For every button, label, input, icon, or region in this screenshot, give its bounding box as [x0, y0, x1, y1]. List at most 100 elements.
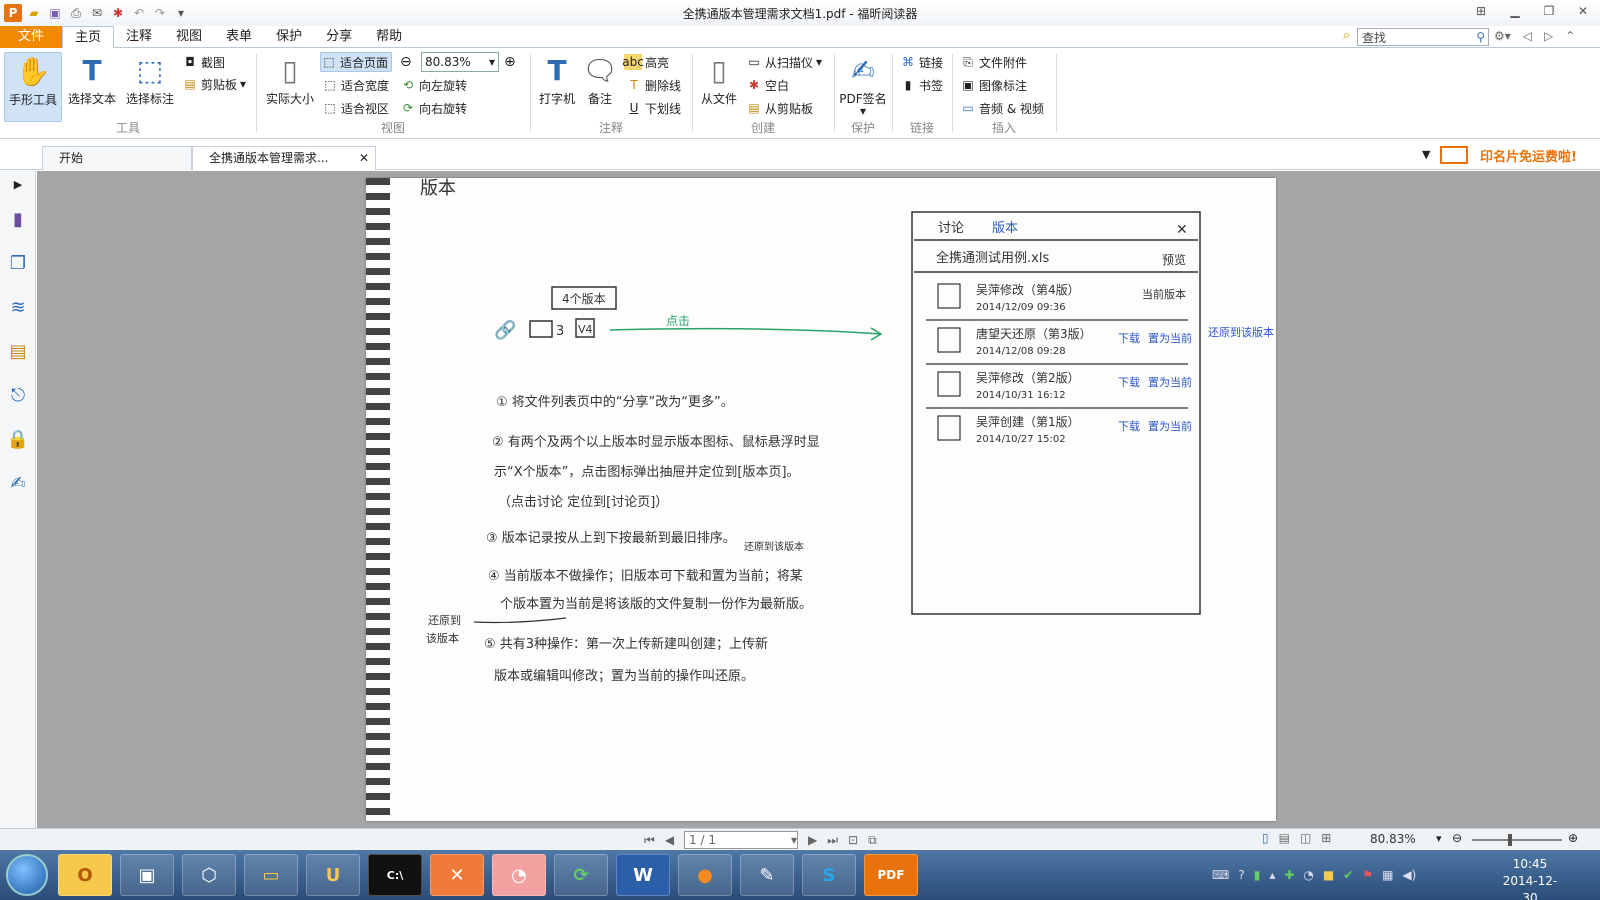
zoom-in-icon[interactable]: ⊕	[504, 52, 516, 72]
highlight-button[interactable]: abc 高亮	[622, 52, 669, 72]
layers-icon[interactable]: ≋	[0, 285, 36, 329]
keyboard-icon[interactable]: ⌨	[1212, 868, 1229, 882]
find-icon[interactable]: ⌕	[1343, 28, 1350, 43]
status-zoom-in-icon[interactable]: ⊕	[1568, 831, 1578, 845]
undo-icon[interactable]: ↶	[130, 4, 148, 22]
bookmark-button[interactable]: ▮ 书签	[900, 75, 943, 95]
ultraedit-taskbar-button[interactable]: U	[306, 854, 360, 896]
forward-icon[interactable]: ▷	[1544, 29, 1553, 43]
prev-page-icon[interactable]: ◀	[665, 833, 674, 847]
settings-icon[interactable]: ⚙▾	[1494, 29, 1511, 43]
typewriter-button[interactable]: T 打字机	[536, 52, 578, 107]
strikeout-button[interactable]: T 删除线	[626, 75, 681, 95]
cmd-taskbar-button[interactable]: C:\	[368, 854, 422, 896]
new-icon[interactable]: ✱	[109, 4, 127, 22]
refresh-app-taskbar-button[interactable]: ⟳	[554, 854, 608, 896]
collapse-ribbon-icon[interactable]: ⌃	[1565, 29, 1575, 43]
redo-icon[interactable]: ↷	[151, 4, 169, 22]
start-button[interactable]	[6, 854, 48, 896]
tab-form[interactable]: 表单	[214, 26, 264, 48]
back-icon[interactable]: ◁	[1523, 29, 1532, 43]
file-menu[interactable]: 文件	[0, 26, 62, 48]
rotate-left-button[interactable]: ⟲ 向左旋转	[400, 75, 467, 95]
version-action[interactable]: 下载	[1118, 420, 1140, 433]
comments-icon[interactable]: ▤	[0, 329, 36, 373]
single-page-icon[interactable]: ▯	[1262, 831, 1269, 845]
copy-icon[interactable]: ⧉	[868, 833, 877, 848]
terminal-app-taskbar-button[interactable]: ▣	[120, 854, 174, 896]
first-page-icon[interactable]: ⏮	[644, 833, 655, 848]
audio-video-button[interactable]: ▭ 音频 & 视频	[960, 98, 1044, 118]
fit-page-button[interactable]: ⬚ 适合页面	[320, 52, 393, 72]
page-number-input[interactable]: 1 / 1 ▾	[684, 831, 799, 849]
rotate-right-button[interactable]: ⟳ 向右旋转	[400, 98, 467, 118]
signature-panel-icon[interactable]: ✍	[0, 461, 36, 505]
tab-home[interactable]: 主页	[62, 26, 115, 49]
print-icon[interactable]: ⎙	[67, 4, 85, 22]
continuous-icon[interactable]: ▤	[1279, 831, 1290, 845]
minimize-button[interactable]: ▁	[1498, 0, 1532, 22]
version-action[interactable]: 下载	[1118, 376, 1140, 389]
hand-tool-button[interactable]: ✋ 手形工具	[4, 52, 62, 122]
tab-protect[interactable]: 保护	[264, 26, 314, 48]
attachment-button[interactable]: ⎘ 文件附件	[960, 52, 1027, 72]
bookmarks-icon[interactable]: ▮	[0, 197, 36, 241]
pages-icon[interactable]: ❐	[0, 241, 36, 285]
image-annot-button[interactable]: ▣ 图像标注	[960, 75, 1027, 95]
tab-start[interactable]: 开始	[42, 146, 192, 170]
battery-icon[interactable]: ▮	[1254, 868, 1261, 882]
customize-icon[interactable]: ▾	[172, 4, 190, 22]
facing-icon[interactable]: ◫	[1300, 831, 1311, 845]
from-file-button[interactable]: ▯ 从文件	[698, 52, 740, 107]
underline-button[interactable]: U 下划线	[626, 98, 681, 118]
volume-icon[interactable]: ◀)	[1402, 868, 1416, 882]
zoom-out-icon[interactable]: ⊖	[400, 52, 412, 72]
note-button[interactable]: 🗨 备注	[582, 52, 618, 107]
qq-taskbar-button[interactable]: ◔	[492, 854, 546, 896]
clipboard-button[interactable]: ▤ 剪贴板 ▾	[182, 74, 246, 94]
xampp-taskbar-button[interactable]: ✕	[430, 854, 484, 896]
tab-comment[interactable]: 注释	[114, 26, 164, 48]
zoom-select[interactable]: 80.83% ▾	[421, 52, 499, 72]
save-icon[interactable]: ▣	[46, 4, 64, 22]
link-button[interactable]: ⌘ 链接	[900, 52, 943, 72]
tabs-dropdown-icon[interactable]: ▼	[1422, 148, 1430, 161]
tab-share[interactable]: 分享	[314, 26, 364, 48]
version-restore-action[interactable]: 置为当前	[1148, 419, 1192, 433]
select-annotation-button[interactable]: ⬚ 选择标注	[122, 52, 178, 107]
zoom-slider-thumb[interactable]	[1508, 834, 1512, 846]
search-input[interactable]: 查找 ⚲	[1357, 28, 1489, 46]
flag-icon[interactable]: ⚑	[1362, 868, 1373, 882]
explorer-taskbar-button[interactable]: ▭	[244, 854, 298, 896]
clock[interactable]: 10:45 2014-12-30	[1500, 856, 1560, 900]
outlook-taskbar-button[interactable]: O	[58, 854, 112, 896]
layout-icon[interactable]: ⊞	[1464, 0, 1498, 22]
network-icon[interactable]: ▦	[1382, 868, 1393, 882]
select-text-button[interactable]: T 选择文本	[64, 52, 120, 107]
restore-button[interactable]: ❐	[1532, 0, 1566, 22]
zoom-slider[interactable]	[1472, 834, 1562, 846]
email-icon[interactable]: ✉	[88, 4, 106, 22]
from-scanner-button[interactable]: ▭ 从扫描仪 ▾	[746, 52, 822, 72]
foxit-taskbar-button[interactable]: PDF	[864, 854, 918, 896]
skype-taskbar-button[interactable]: S	[802, 854, 856, 896]
status-zoom-out-icon[interactable]: ⊖	[1452, 831, 1462, 845]
cube-app-taskbar-button[interactable]: ⬡	[182, 854, 236, 896]
version-restore-action[interactable]: 置为当前	[1148, 375, 1192, 389]
actual-size-button[interactable]: ▯ 实际大小	[262, 52, 318, 107]
plus-icon[interactable]: ✚	[1284, 868, 1294, 882]
fit-view-button[interactable]: ⬚ 适合视区	[322, 98, 389, 118]
zoom-dropdown-icon[interactable]: ▾	[1436, 832, 1442, 845]
security-icon[interactable]: 🔒	[0, 417, 36, 461]
firefox-taskbar-button[interactable]: ●	[678, 854, 732, 896]
version-action[interactable]: 下载	[1118, 332, 1140, 345]
status-zoom[interactable]: 80.83%	[1370, 832, 1416, 846]
open-icon[interactable]: ▰	[25, 4, 43, 22]
expand-panel-icon[interactable]: ▶	[0, 171, 36, 197]
tray-expand-icon[interactable]: ▴	[1269, 868, 1275, 882]
help-icon[interactable]: ?	[1238, 868, 1244, 882]
tab-view[interactable]: 视图	[164, 26, 214, 48]
from-clipboard-button[interactable]: ▤ 从剪贴板	[746, 98, 813, 118]
next-page-icon[interactable]: ▶	[808, 833, 817, 847]
qq-tray-icon[interactable]: ◔	[1303, 868, 1313, 882]
